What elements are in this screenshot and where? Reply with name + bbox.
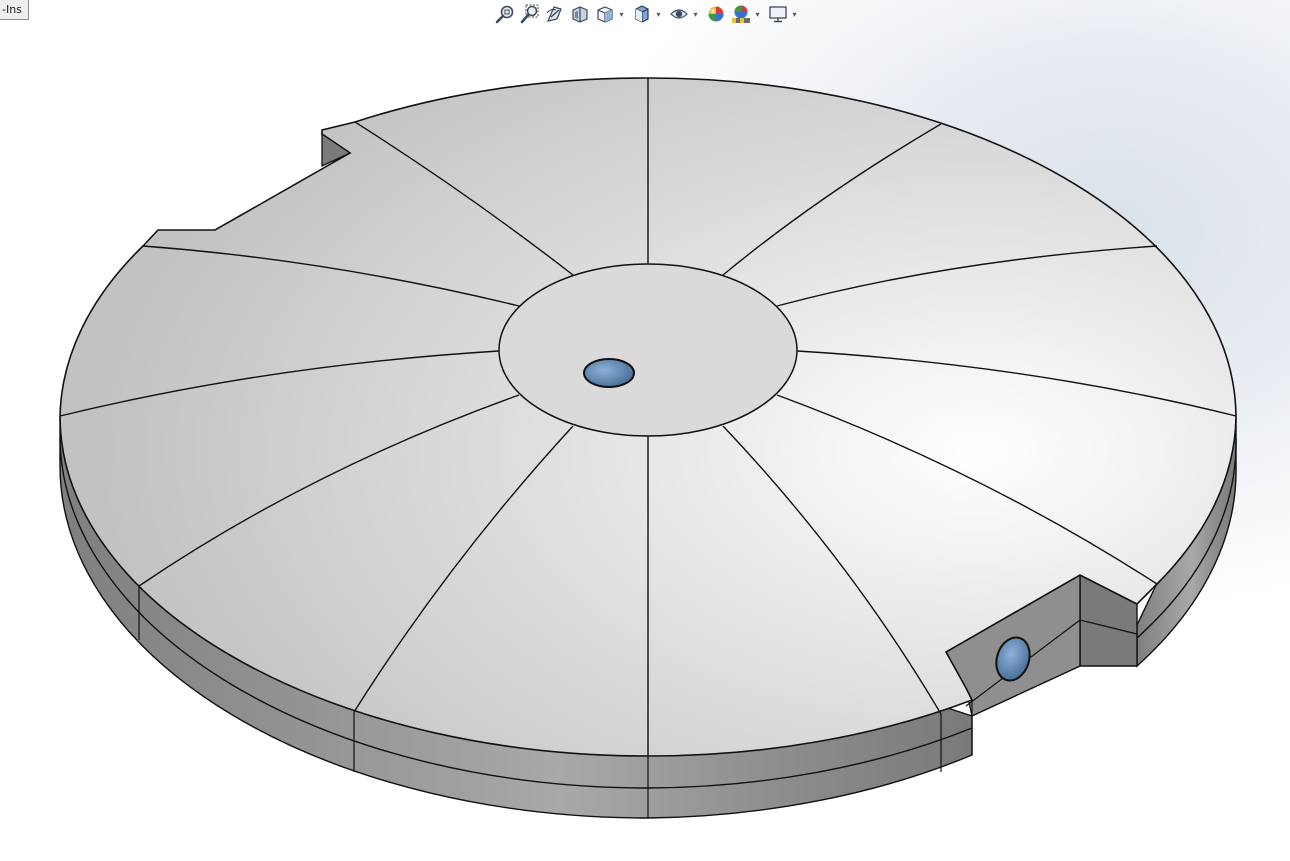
hide-show-eye-icon [669,9,688,19]
chevron-down-icon: ▾ [656,9,661,19]
hide-show-items-button[interactable] [666,2,691,26]
feature-tab-label[interactable]: -Ins [0,0,29,20]
side-hole [995,636,1031,682]
section-view-button[interactable] [567,2,592,26]
zoom-to-area-button[interactable] [517,2,542,26]
monitor-icon [768,6,787,23]
section-view-icon [571,6,588,23]
display-style-button[interactable] [629,2,654,26]
apply-scene-button[interactable] [728,2,753,26]
zoom-to-area-icon [520,4,538,24]
chevron-down-icon: ▾ [755,9,760,19]
disc-top-face [59,77,1237,757]
zoom-to-fit-button[interactable] [492,2,517,26]
previous-view-button[interactable] [542,2,567,26]
zoom-to-fit-icon [495,5,513,24]
edit-appearance-button[interactable] [703,2,728,26]
appearance-sphere-icon [708,6,723,22]
sector-lines [59,78,1237,756]
chevron-down-icon: ▾ [693,9,698,19]
hide-show-items-dropdown[interactable]: ▾ [691,2,700,26]
apply-scene-dropdown[interactable]: ▾ [753,2,762,26]
disc-side-wall [59,417,1237,819]
display-style-icon [634,5,649,23]
lower-notch [945,573,1138,755]
display-style-dropdown[interactable]: ▾ [654,2,663,26]
center-hub [498,263,798,437]
graphics-area[interactable] [0,0,1290,861]
view-settings-dropdown[interactable]: ▾ [790,2,799,26]
view-settings-button[interactable] [765,2,790,26]
view-orientation-button[interactable] [592,2,617,26]
heads-up-view-toolbar: ▾ ▾ ▾ ▾ ▾ [492,2,799,26]
center-hole [583,358,635,388]
chevron-down-icon: ▾ [619,9,624,19]
chevron-down-icon: ▾ [792,9,797,19]
upper-notch [321,132,352,168]
scene-icon [731,5,750,23]
view-orientation-icon [596,6,613,23]
view-orientation-dropdown[interactable]: ▾ [617,2,626,26]
previous-view-icon [546,6,562,22]
